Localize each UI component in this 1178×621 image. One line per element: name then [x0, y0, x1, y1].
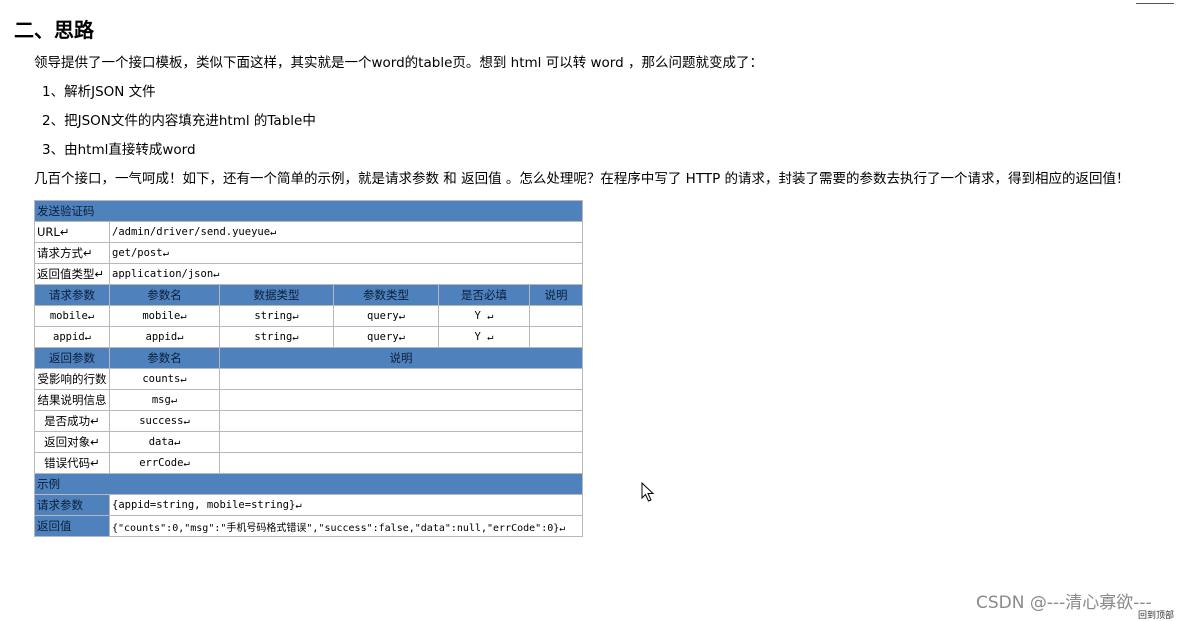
- column-header: 参数名: [109, 347, 220, 369]
- table-cell: 是否成功↵: [34, 410, 110, 432]
- column-header: 数据类型: [219, 284, 334, 306]
- table-cell: [218, 368, 584, 390]
- request-header-row: 请求参数 参数名 数据类型 参数类型 是否必填 说明: [34, 284, 584, 306]
- example-request-value: {appid=string, mobile=string}↵: [108, 494, 584, 516]
- api-template-table: 发送验证码 URL↵ /admin/driver/send.yueyue↵ 请求…: [33, 200, 584, 537]
- column-header: 返回参数: [34, 347, 110, 369]
- table-row: 返回值 {"counts":0,"msg":"手机号码格式错误","succes…: [34, 515, 584, 537]
- table-row: 结果说明信息 msg↵: [34, 389, 584, 411]
- summary-paragraph: 几百个接口，一气呵成！如下，还有一个简单的示例，就是请求参数 和 返回值 。怎么…: [34, 171, 1130, 187]
- table-row: 请求方式↵ get/post↵: [34, 242, 584, 264]
- table-cell: msg↵: [109, 389, 220, 411]
- table-row: URL↵ /admin/driver/send.yueyue↵: [34, 221, 584, 243]
- meta-value: /admin/driver/send.yueyue↵: [108, 221, 584, 243]
- back-to-top-link[interactable]: 回到顶部: [1138, 608, 1174, 621]
- meta-label: 请求方式↵: [34, 242, 110, 264]
- table-cell: query↵: [333, 326, 439, 348]
- column-header: 是否必填: [438, 284, 530, 306]
- table-row: 返回对象↵ data↵: [34, 431, 584, 453]
- table-cell: data↵: [109, 431, 220, 453]
- table-cell: [528, 305, 584, 327]
- table-cell: Y ↵: [438, 305, 530, 327]
- table-cell: 返回对象↵: [34, 431, 110, 453]
- intro-paragraph: 领导提供了一个接口模板，类似下面这样，其实就是一个word的table页。想到 …: [34, 55, 763, 71]
- section-heading: 二、思路: [14, 18, 94, 42]
- step-item-2: 2、把JSON文件的内容填充进html 的Table中: [42, 113, 316, 129]
- table-cell: mobile↵: [34, 305, 110, 327]
- table-cell: [218, 431, 584, 453]
- meta-label: 返回值类型↵: [34, 263, 110, 285]
- table-cell: query↵: [333, 305, 439, 327]
- example-title-row: 示例: [33, 473, 584, 495]
- step-item-3: 3、由html直接转成word: [42, 142, 196, 158]
- csdn-watermark: CSDN @---清心寡欲---: [976, 593, 1152, 613]
- example-title: 示例: [33, 473, 584, 495]
- table-cell: 结果说明信息: [34, 389, 110, 411]
- step-item-1: 1、解析JSON 文件: [42, 84, 156, 100]
- table-cell: counts↵: [109, 368, 220, 390]
- table-cell: [528, 326, 584, 348]
- column-header: 请求参数: [34, 284, 110, 306]
- table-row: 是否成功↵ success↵: [34, 410, 584, 432]
- table-cell: errCode↵: [109, 452, 220, 474]
- table-row: 错误代码↵ errCode↵: [34, 452, 584, 474]
- table-cell: success↵: [109, 410, 220, 432]
- example-return-label: 返回值: [34, 515, 110, 537]
- table-row: 请求参数 {appid=string, mobile=string}↵: [34, 494, 584, 516]
- table-title-row: 发送验证码: [33, 200, 584, 222]
- return-header-row: 返回参数 参数名 说明: [34, 347, 584, 369]
- table-cell: 受影响的行数: [34, 368, 110, 390]
- table-row: 返回值类型↵ application/json↵: [34, 263, 584, 285]
- example-request-label: 请求参数: [34, 494, 110, 516]
- mouse-pointer-icon: [641, 482, 655, 502]
- table-cell: [218, 389, 584, 411]
- column-header: 参数名: [109, 284, 220, 306]
- table-cell: 错误代码↵: [34, 452, 110, 474]
- table-cell: mobile↵: [109, 305, 220, 327]
- meta-label: URL↵: [34, 221, 110, 243]
- table-cell: [218, 452, 584, 474]
- meta-value: application/json↵: [108, 263, 584, 285]
- table-cell: [218, 410, 584, 432]
- column-header: 说明: [528, 284, 584, 306]
- table-cell: appid↵: [34, 326, 110, 348]
- table-row: appid↵ appid↵ string↵ query↵ Y ↵: [34, 326, 584, 348]
- table-row: mobile↵ mobile↵ string↵ query↵ Y ↵: [34, 305, 584, 327]
- table-cell: string↵: [219, 305, 334, 327]
- table-cell: Y ↵: [438, 326, 530, 348]
- table-cell: string↵: [219, 326, 334, 348]
- table-cell: appid↵: [109, 326, 220, 348]
- meta-value: get/post↵: [108, 242, 584, 264]
- top-corner-link[interactable]: [1136, 0, 1174, 4]
- column-header: 参数类型: [333, 284, 439, 306]
- table-row: 受影响的行数 counts↵: [34, 368, 584, 390]
- example-return-value: {"counts":0,"msg":"手机号码格式错误","success":f…: [108, 515, 584, 537]
- column-header: 说明: [218, 347, 584, 369]
- table-title: 发送验证码: [33, 200, 584, 222]
